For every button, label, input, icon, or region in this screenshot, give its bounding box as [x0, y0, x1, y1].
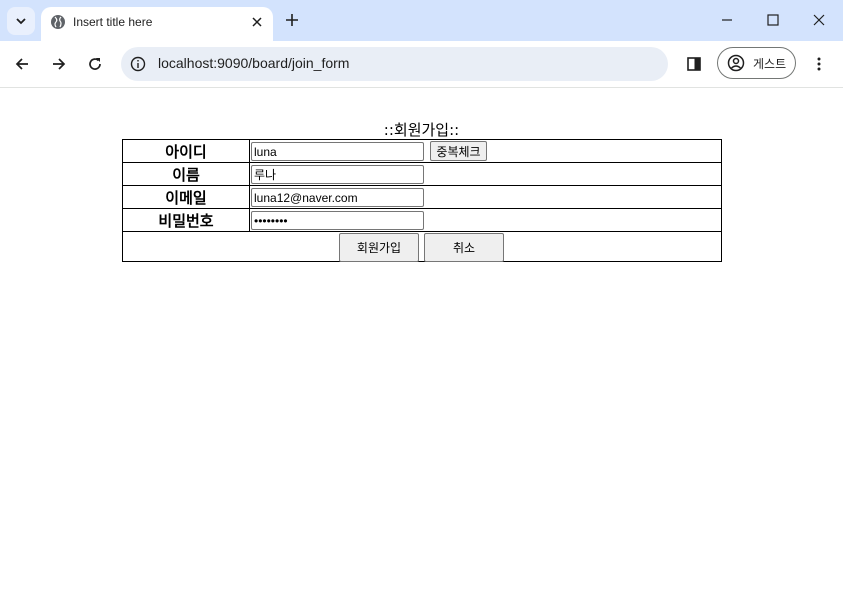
- window-close-icon[interactable]: [811, 12, 827, 28]
- tab-search-button[interactable]: [7, 7, 35, 35]
- profile-icon: [727, 54, 745, 72]
- globe-icon: [51, 15, 65, 29]
- plus-icon[interactable]: [284, 12, 300, 28]
- id-label: 아이디: [123, 140, 250, 162]
- submit-button[interactable]: 회원가입: [339, 233, 419, 262]
- side-panel-icon[interactable]: [686, 56, 702, 72]
- minimize-icon[interactable]: [719, 12, 735, 28]
- browser-toolbar: localhost:9090/board/join_form 게스트: [0, 41, 843, 88]
- profile-label: 게스트: [753, 57, 787, 71]
- page-content: ::회원가입:: 아이디 중복체크 이름 이메일 비밀번호 회원가입 취소: [0, 88, 843, 609]
- info-icon[interactable]: [130, 56, 146, 72]
- join-form-table: 아이디 중복체크 이름 이메일 비밀번호 회원가입 취소: [122, 139, 722, 262]
- forward-icon[interactable]: [51, 56, 67, 72]
- back-icon[interactable]: [14, 56, 30, 72]
- password-row: 비밀번호: [123, 209, 721, 232]
- password-label: 비밀번호: [123, 209, 250, 231]
- duplicate-check-button[interactable]: 중복체크: [430, 141, 487, 161]
- maximize-icon[interactable]: [765, 12, 781, 28]
- address-url: localhost:9090/board/join_form: [158, 55, 350, 71]
- tab-strip: Insert title here: [0, 0, 843, 41]
- tab-title: Insert title here: [73, 15, 153, 29]
- id-row: 아이디 중복체크: [123, 140, 721, 163]
- name-label: 이름: [123, 163, 250, 185]
- close-icon[interactable]: [250, 15, 264, 29]
- cancel-button[interactable]: 취소: [424, 233, 504, 262]
- more-vert-icon[interactable]: [811, 56, 827, 72]
- tab-search-icon: [16, 18, 26, 25]
- id-input[interactable]: [251, 142, 424, 161]
- name-row: 이름: [123, 163, 721, 186]
- email-label: 이메일: [123, 186, 250, 208]
- name-input[interactable]: [251, 165, 424, 184]
- actions-row: 회원가입 취소: [123, 232, 721, 262]
- email-input[interactable]: [251, 188, 424, 207]
- reload-icon[interactable]: [87, 56, 103, 72]
- form-caption: ::회원가입::: [383, 121, 460, 139]
- address-bar[interactable]: localhost:9090/board/join_form: [121, 47, 668, 81]
- password-input[interactable]: [251, 211, 424, 230]
- email-row: 이메일: [123, 186, 721, 209]
- profile-button[interactable]: 게스트: [717, 47, 796, 79]
- browser-tab[interactable]: Insert title here: [41, 7, 273, 41]
